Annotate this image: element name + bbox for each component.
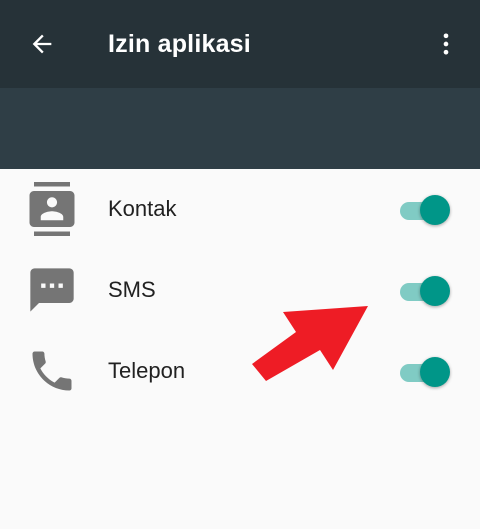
more-options-button[interactable] <box>426 22 466 66</box>
arrow-back-icon <box>32 34 52 54</box>
permission-label: Telepon <box>108 358 186 383</box>
sms-toggle[interactable] <box>398 275 454 307</box>
app-bar-extension <box>0 88 480 169</box>
contacts-icon <box>24 181 80 237</box>
phone-icon <box>24 343 80 399</box>
permission-row-sms[interactable]: SMS <box>0 250 480 331</box>
permission-row-phone[interactable]: Telepon <box>0 331 480 412</box>
toggle-thumb <box>420 195 450 225</box>
contacts-toggle[interactable] <box>398 194 454 226</box>
toggle-thumb <box>420 357 450 387</box>
permission-label: SMS <box>108 277 156 302</box>
more-vert-icon <box>443 33 449 55</box>
phone-toggle[interactable] <box>398 356 454 388</box>
permission-row-contacts[interactable]: Kontak <box>0 169 480 250</box>
page-title: Izin aplikasi <box>108 30 251 58</box>
toggle-thumb <box>420 276 450 306</box>
sms-icon <box>24 262 80 318</box>
back-button[interactable] <box>18 22 66 66</box>
permission-label: Kontak <box>108 196 177 221</box>
permission-list: Kontak SMS Telepon <box>0 169 480 412</box>
app-bar: Izin aplikasi <box>0 0 480 88</box>
